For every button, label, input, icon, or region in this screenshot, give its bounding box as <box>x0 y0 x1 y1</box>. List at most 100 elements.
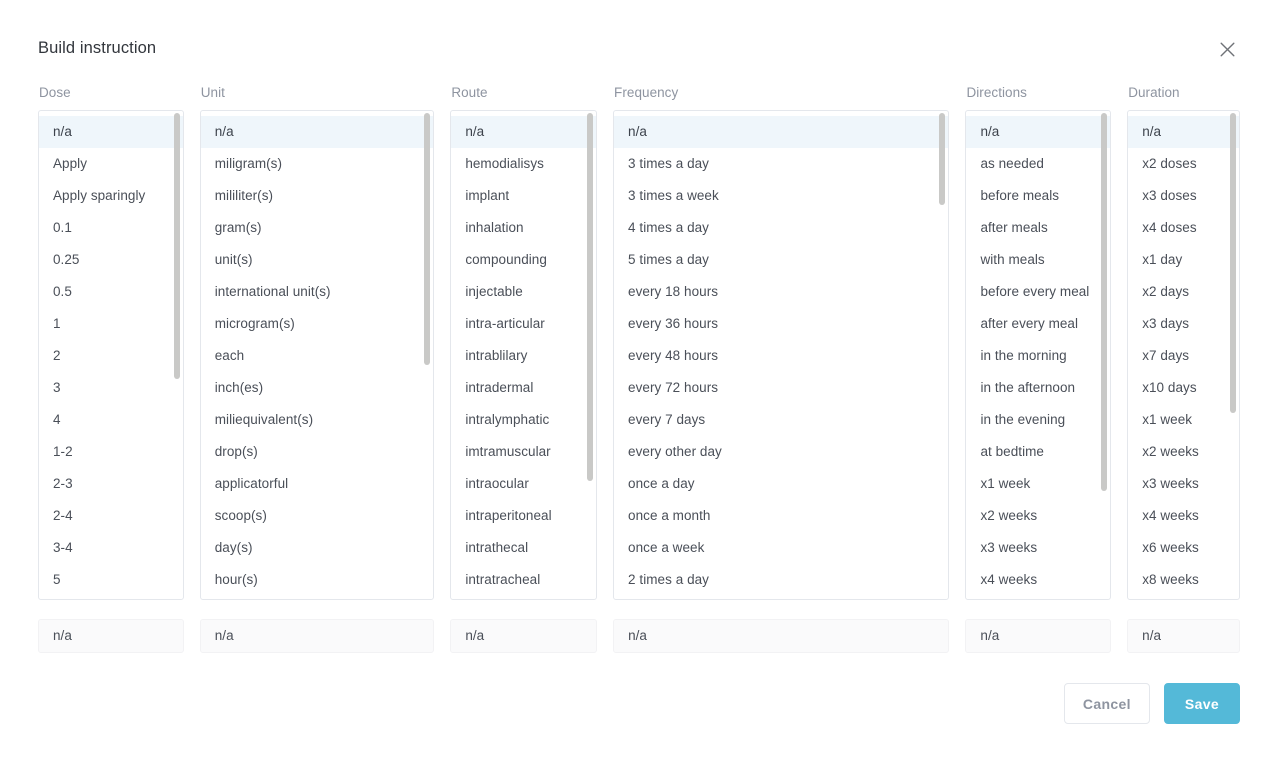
scrollbar-duration[interactable] <box>1229 113 1236 597</box>
option-unit-0[interactable]: n/a <box>200 116 434 148</box>
value-field-unit[interactable]: n/a <box>199 619 435 653</box>
option-route-0[interactable]: n/a <box>451 116 597 148</box>
option-unit-10[interactable]: drop(s) <box>201 436 434 468</box>
option-frequency-0[interactable]: n/a <box>614 116 949 148</box>
option-directions-11[interactable]: x1 week <box>966 468 1110 500</box>
option-unit-8[interactable]: inch(es) <box>201 372 434 404</box>
value-field-dose[interactable]: n/a <box>38 619 184 653</box>
scrollbar-unit[interactable] <box>424 113 431 597</box>
option-directions-10[interactable]: at bedtime <box>966 436 1110 468</box>
option-frequency-2[interactable]: 3 times a week <box>614 180 948 212</box>
option-directions-8[interactable]: in the afternoon <box>966 372 1110 404</box>
option-duration-5[interactable]: x2 days <box>1128 276 1239 308</box>
option-unit-3[interactable]: gram(s) <box>201 212 434 244</box>
option-duration-11[interactable]: x3 weeks <box>1128 468 1239 500</box>
listbox-frequency[interactable]: n/a 3 times a day 3 times a week 4 times a … <box>613 110 950 600</box>
option-frequency-10[interactable]: every other day <box>614 436 948 468</box>
listbox-route[interactable]: n/a hemodialisys implant inhalation compound… <box>450 110 598 600</box>
option-directions-0[interactable]: n/a <box>966 116 1111 148</box>
option-directions-13[interactable]: x3 weeks <box>966 532 1110 564</box>
option-frequency-8[interactable]: every 72 hours <box>614 372 948 404</box>
scrollbar-dose[interactable] <box>173 113 180 597</box>
cancel-button[interactable]: Cancel <box>1063 683 1150 724</box>
option-unit-12[interactable]: scoop(s) <box>201 500 434 532</box>
option-route-14[interactable]: intratracheal <box>451 564 596 596</box>
option-unit-2[interactable]: mililiter(s) <box>201 180 434 212</box>
option-dose-4[interactable]: 0.25 <box>39 244 183 276</box>
option-dose-5[interactable]: 0.5 <box>39 276 183 308</box>
option-frequency-1[interactable]: 3 times a day <box>614 148 948 180</box>
option-frequency-11[interactable]: once a day <box>614 468 948 500</box>
option-directions-6[interactable]: after every meal <box>966 308 1110 340</box>
option-duration-0[interactable]: n/a <box>1128 116 1239 148</box>
option-route-10[interactable]: imtramuscular <box>451 436 596 468</box>
option-unit-5[interactable]: international unit(s) <box>201 276 434 308</box>
option-frequency-4[interactable]: 5 times a day <box>614 244 948 276</box>
option-route-4[interactable]: compounding <box>451 244 596 276</box>
scrollbar-thumb-unit[interactable] <box>424 113 431 365</box>
option-dose-13[interactable]: 3-4 <box>39 532 183 564</box>
option-duration-4[interactable]: x1 day <box>1128 244 1239 276</box>
option-dose-14[interactable]: 5 <box>39 564 183 596</box>
option-frequency-6[interactable]: every 36 hours <box>614 308 948 340</box>
option-frequency-3[interactable]: 4 times a day <box>614 212 948 244</box>
scrollbar-thumb-dose[interactable] <box>173 113 180 380</box>
option-route-7[interactable]: intrablilary <box>451 340 596 372</box>
option-duration-7[interactable]: x7 days <box>1128 340 1239 372</box>
option-frequency-13[interactable]: once a week <box>614 532 948 564</box>
value-field-directions[interactable]: n/a <box>965 619 1112 653</box>
option-directions-14[interactable]: x4 weeks <box>966 564 1110 596</box>
option-unit-1[interactable]: miligram(s) <box>201 148 434 180</box>
option-dose-10[interactable]: 1-2 <box>39 436 183 468</box>
option-duration-8[interactable]: x10 days <box>1128 372 1239 404</box>
option-directions-2[interactable]: before meals <box>966 180 1110 212</box>
option-duration-2[interactable]: x3 doses <box>1128 180 1239 212</box>
option-unit-4[interactable]: unit(s) <box>201 244 434 276</box>
listbox-dose[interactable]: n/a Apply Apply sparingly 0.1 0.25 0.5 1 2 3 4 1-2… <box>38 110 184 600</box>
option-duration-12[interactable]: x4 weeks <box>1128 500 1239 532</box>
option-route-9[interactable]: intralymphatic <box>451 404 596 436</box>
option-dose-3[interactable]: 0.1 <box>39 212 183 244</box>
value-field-route[interactable]: n/a <box>450 619 598 653</box>
scrollbar-directions[interactable] <box>1101 113 1108 597</box>
option-dose-0[interactable]: n/a <box>39 116 183 148</box>
option-dose-11[interactable]: 2-3 <box>39 468 183 500</box>
option-unit-7[interactable]: each <box>201 340 434 372</box>
option-route-12[interactable]: intraperitoneal <box>451 500 596 532</box>
option-directions-9[interactable]: in the evening <box>966 404 1110 436</box>
close-icon[interactable] <box>1214 36 1240 62</box>
option-route-2[interactable]: implant <box>451 180 596 212</box>
option-duration-3[interactable]: x4 doses <box>1128 212 1239 244</box>
option-unit-14[interactable]: hour(s) <box>201 564 434 596</box>
value-field-duration[interactable]: n/a <box>1127 619 1240 653</box>
option-frequency-14[interactable]: 2 times a day <box>614 564 948 596</box>
option-dose-7[interactable]: 2 <box>39 340 183 372</box>
scrollbar-thumb-duration[interactable] <box>1229 113 1236 414</box>
option-dose-8[interactable]: 3 <box>39 372 183 404</box>
option-duration-6[interactable]: x3 days <box>1128 308 1239 340</box>
option-dose-6[interactable]: 1 <box>39 308 183 340</box>
option-frequency-5[interactable]: every 18 hours <box>614 276 948 308</box>
option-directions-1[interactable]: as needed <box>966 148 1110 180</box>
option-dose-9[interactable]: 4 <box>39 404 183 436</box>
option-dose-12[interactable]: 2-4 <box>39 500 183 532</box>
option-duration-14[interactable]: x8 weeks <box>1128 564 1239 596</box>
option-route-11[interactable]: intraocular <box>451 468 596 500</box>
scrollbar-route[interactable] <box>587 113 594 597</box>
option-duration-9[interactable]: x1 week <box>1128 404 1239 436</box>
option-directions-7[interactable]: in the morning <box>966 340 1110 372</box>
save-button[interactable]: Save <box>1163 683 1240 724</box>
listbox-directions[interactable]: n/a as needed before meals after meals with … <box>965 110 1112 600</box>
option-directions-4[interactable]: with meals <box>966 244 1110 276</box>
option-directions-12[interactable]: x2 weeks <box>966 500 1110 532</box>
option-route-3[interactable]: inhalation <box>451 212 596 244</box>
option-directions-3[interactable]: after meals <box>966 212 1110 244</box>
scrollbar-thumb-directions[interactable] <box>1101 113 1108 491</box>
listbox-unit[interactable]: n/a miligram(s) mililiter(s) gram(s) unit(s)… <box>199 110 435 600</box>
option-frequency-12[interactable]: once a month <box>614 500 948 532</box>
option-unit-6[interactable]: microgram(s) <box>201 308 434 340</box>
option-unit-11[interactable]: applicatorful <box>201 468 434 500</box>
scrollbar-thumb-frequency[interactable] <box>939 113 946 205</box>
option-unit-9[interactable]: miliequivalent(s) <box>201 404 434 436</box>
option-unit-13[interactable]: day(s) <box>201 532 434 564</box>
